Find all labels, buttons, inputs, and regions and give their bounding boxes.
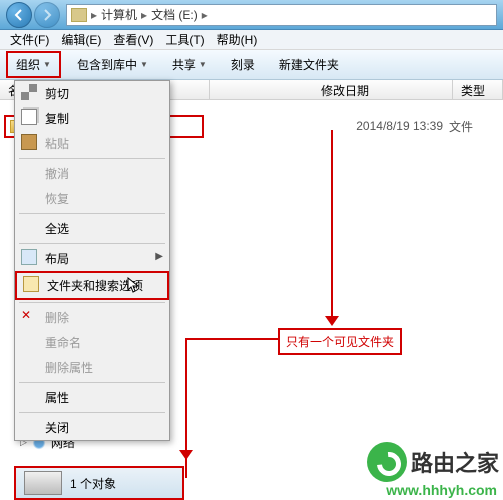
breadcrumb-location[interactable]: 文档 (E:) bbox=[151, 6, 198, 23]
menu-properties[interactable]: 属性 bbox=[15, 385, 169, 410]
organize-menu: 剪切 复制 粘贴 撤消 恢复 全选 布局▶ 文件夹和搜索选项 ✕删除 重命名 删… bbox=[14, 80, 170, 441]
logo-text: 路由之家 bbox=[411, 446, 499, 478]
dropdown-icon: ▼ bbox=[199, 60, 207, 69]
site-url: www.hhhyh.com bbox=[386, 482, 497, 498]
menu-tools[interactable]: 工具(T) bbox=[159, 31, 210, 48]
arrow-down-icon bbox=[179, 450, 193, 460]
menu-file[interactable]: 文件(F) bbox=[4, 31, 55, 48]
delete-icon: ✕ bbox=[21, 308, 37, 324]
share-label: 共享 bbox=[172, 56, 196, 73]
menu-rename[interactable]: 重命名 bbox=[15, 330, 169, 355]
forward-button[interactable] bbox=[34, 2, 60, 28]
callout-text: 只有一个可见文件夹 bbox=[286, 335, 394, 349]
cut-icon bbox=[21, 84, 37, 100]
back-button[interactable] bbox=[6, 2, 32, 28]
menu-close[interactable]: 关闭 bbox=[15, 415, 169, 440]
menu-selectall[interactable]: 全选 bbox=[15, 216, 169, 241]
menu-cut[interactable]: 剪切 bbox=[15, 81, 169, 106]
menu-separator bbox=[19, 382, 165, 383]
menu-remove-props[interactable]: 删除属性 bbox=[15, 355, 169, 380]
organize-label: 组织 bbox=[16, 56, 40, 73]
burn-button[interactable]: 刻录 bbox=[223, 53, 263, 76]
newfolder-label: 新建文件夹 bbox=[279, 56, 339, 73]
submenu-arrow-icon: ▶ bbox=[155, 251, 163, 262]
menu-delete[interactable]: ✕删除 bbox=[15, 305, 169, 330]
breadcrumb-computer[interactable]: 计算机 bbox=[101, 6, 137, 23]
annotation-callout: 只有一个可见文件夹 bbox=[278, 328, 402, 355]
menu-separator bbox=[19, 243, 165, 244]
menu-edit[interactable]: 编辑(E) bbox=[55, 31, 107, 48]
logo-icon bbox=[367, 442, 407, 482]
column-type[interactable]: 类型 bbox=[453, 80, 503, 99]
menu-help[interactable]: 帮助(H) bbox=[211, 31, 264, 48]
menu-layout[interactable]: 布局▶ bbox=[15, 246, 169, 271]
file-type: 文件 bbox=[449, 118, 499, 135]
content-area: 名称 修改日期 类型 QQ个人文件夹 2014/8/19 13:39 文件 剪切… bbox=[0, 80, 503, 500]
address-bar[interactable]: ▸ 计算机 ▸ 文档 (E:) ▸ bbox=[66, 4, 497, 26]
file-date: 2014/8/19 13:39 bbox=[309, 119, 449, 133]
chevron-icon: ▸ bbox=[202, 8, 208, 22]
status-text: 1 个对象 bbox=[70, 475, 116, 492]
chevron-icon: ▸ bbox=[141, 8, 147, 22]
menu-separator bbox=[19, 302, 165, 303]
menu-redo[interactable]: 恢复 bbox=[15, 186, 169, 211]
status-bar: 1 个对象 bbox=[14, 466, 184, 500]
menu-separator bbox=[19, 158, 165, 159]
menu-separator bbox=[19, 213, 165, 214]
burn-label: 刻录 bbox=[231, 56, 255, 73]
chevron-icon: ▸ bbox=[91, 8, 97, 22]
dropdown-icon: ▼ bbox=[43, 60, 51, 69]
nav-buttons bbox=[6, 2, 60, 28]
annotation-line bbox=[185, 338, 279, 340]
folder-options-icon bbox=[23, 276, 39, 292]
drive-icon bbox=[71, 8, 87, 22]
menu-undo[interactable]: 撤消 bbox=[15, 161, 169, 186]
cursor-icon bbox=[127, 277, 139, 293]
newfolder-button[interactable]: 新建文件夹 bbox=[271, 53, 347, 76]
drive-large-icon bbox=[24, 471, 62, 495]
annotation-line bbox=[331, 130, 333, 318]
paste-icon bbox=[21, 134, 37, 150]
layout-icon bbox=[21, 249, 37, 265]
copy-icon bbox=[21, 109, 37, 125]
site-logo: 路由之家 bbox=[367, 442, 499, 482]
share-button[interactable]: 共享▼ bbox=[164, 53, 215, 76]
titlebar: ▸ 计算机 ▸ 文档 (E:) ▸ bbox=[0, 0, 503, 30]
menu-view[interactable]: 查看(V) bbox=[107, 31, 159, 48]
arrow-down-icon bbox=[325, 316, 339, 326]
menu-separator bbox=[19, 412, 165, 413]
dropdown-icon: ▼ bbox=[140, 60, 148, 69]
menu-folder-options[interactable]: 文件夹和搜索选项 bbox=[15, 271, 169, 300]
include-label: 包含到库中 bbox=[77, 56, 137, 73]
menu-paste[interactable]: 粘贴 bbox=[15, 131, 169, 156]
organize-button[interactable]: 组织▼ bbox=[6, 51, 61, 78]
toolbar: 组织▼ 包含到库中▼ 共享▼ 刻录 新建文件夹 bbox=[0, 50, 503, 80]
menu-copy[interactable]: 复制 bbox=[15, 106, 169, 131]
menubar: 文件(F) 编辑(E) 查看(V) 工具(T) 帮助(H) bbox=[0, 30, 503, 50]
column-date[interactable]: 修改日期 bbox=[313, 80, 453, 99]
include-button[interactable]: 包含到库中▼ bbox=[69, 53, 156, 76]
